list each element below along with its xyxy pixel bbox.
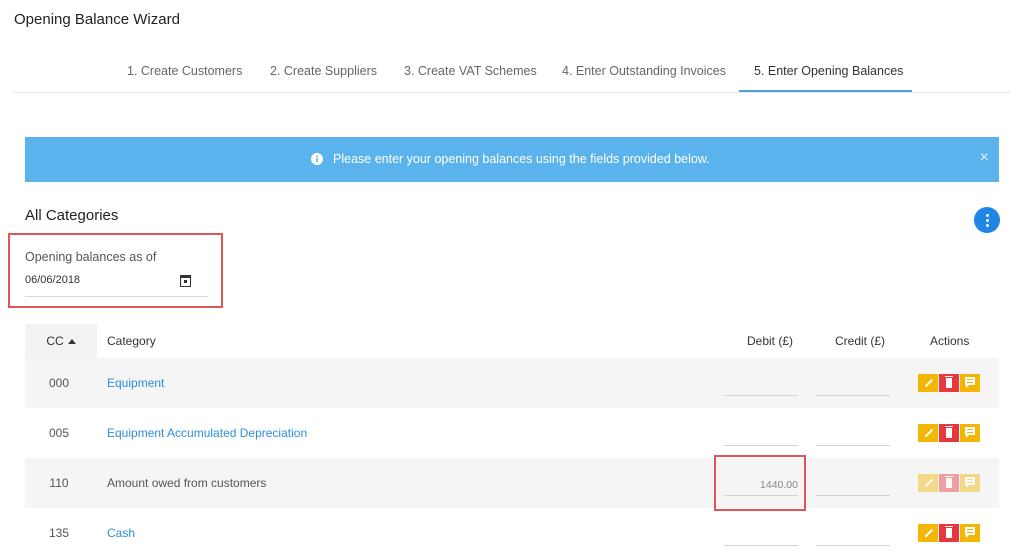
- comment-button[interactable]: [960, 474, 980, 492]
- row-cc: 000: [48, 376, 70, 390]
- table-row: 000 Equipment: [25, 358, 999, 408]
- row-actions: [918, 424, 982, 442]
- row-actions: [918, 524, 982, 542]
- tab-enter-outstanding-invoices[interactable]: 4. Enter Outstanding Invoices: [562, 64, 726, 78]
- row-cc: 135: [48, 526, 70, 540]
- info-circle-icon: [311, 153, 323, 165]
- comment-button[interactable]: [960, 424, 980, 442]
- debit-input[interactable]: [724, 420, 798, 446]
- comment-icon: [965, 527, 975, 538]
- pencil-icon: [924, 478, 934, 488]
- comment-button[interactable]: [960, 374, 980, 392]
- edit-button[interactable]: [918, 424, 938, 442]
- table-row: 110 Amount owed from customers 1440.00: [25, 458, 999, 508]
- delete-button[interactable]: [939, 474, 959, 492]
- edit-button[interactable]: [918, 524, 938, 542]
- row-category-link[interactable]: Equipment: [107, 376, 164, 390]
- page-title: Opening Balance Wizard: [14, 11, 180, 28]
- edit-button[interactable]: [918, 474, 938, 492]
- credit-input[interactable]: [816, 470, 890, 496]
- tab-create-customers[interactable]: 1. Create Customers: [127, 64, 242, 78]
- tab-create-suppliers[interactable]: 2. Create Suppliers: [270, 64, 377, 78]
- comment-icon: [965, 427, 975, 438]
- wizard-tabs: 1. Create Customers 2. Create Suppliers …: [14, 58, 1011, 93]
- row-cc: 005: [48, 426, 70, 440]
- table-row: 005 Equipment Accumulated Depreciation: [25, 408, 999, 458]
- credit-input[interactable]: [816, 520, 890, 546]
- trash-icon: [945, 526, 953, 538]
- opening-date-input[interactable]: 06/06/2018: [25, 270, 208, 297]
- row-category-text: Amount owed from customers: [107, 476, 267, 490]
- row-actions: [918, 374, 982, 392]
- column-header-actions: Actions: [930, 334, 970, 348]
- row-actions: [918, 474, 982, 492]
- more-vertical-icon[interactable]: [974, 207, 1000, 233]
- delete-button[interactable]: [939, 374, 959, 392]
- delete-button[interactable]: [939, 524, 959, 542]
- section-title: All Categories: [25, 207, 119, 224]
- credit-input[interactable]: [816, 370, 890, 396]
- column-header-category: Category: [107, 334, 156, 348]
- column-header-debit: Debit (£): [747, 334, 794, 348]
- row-cc: 110: [49, 476, 69, 490]
- trash-icon: [945, 376, 953, 388]
- trash-icon: [945, 476, 953, 488]
- opening-date-label: Opening balances as of: [25, 250, 157, 264]
- credit-input[interactable]: [816, 420, 890, 446]
- comment-icon: [965, 377, 975, 388]
- trash-icon: [945, 426, 953, 438]
- debit-input[interactable]: [724, 520, 798, 546]
- comment-icon: [965, 477, 975, 488]
- opening-date-value: 06/06/2018: [25, 274, 81, 286]
- close-icon[interactable]: ×: [980, 149, 989, 167]
- pencil-icon: [924, 378, 934, 388]
- table-row: 135 Cash: [25, 508, 999, 558]
- pencil-icon: [924, 428, 934, 438]
- info-alert: Please enter your opening balances using…: [25, 137, 999, 182]
- calendar-icon[interactable]: [180, 275, 191, 287]
- debit-highlight-box: [714, 455, 806, 511]
- active-tab-indicator: [739, 90, 912, 92]
- row-category-link[interactable]: Cash: [107, 526, 135, 540]
- pencil-icon: [924, 528, 934, 538]
- debit-input[interactable]: [724, 370, 798, 396]
- sort-ascending-icon: [67, 339, 76, 344]
- alert-message: Please enter your opening balances using…: [333, 152, 710, 166]
- tab-create-vat-schemes[interactable]: 3. Create VAT Schemes: [404, 64, 537, 78]
- column-header-credit: Credit (£): [835, 334, 886, 348]
- table-header: CC Category Debit (£) Credit (£) Actions: [25, 324, 999, 358]
- column-header-cc[interactable]: CC: [25, 324, 97, 358]
- delete-button[interactable]: [939, 424, 959, 442]
- edit-button[interactable]: [918, 374, 938, 392]
- row-category-link[interactable]: Equipment Accumulated Depreciation: [107, 426, 307, 440]
- tab-enter-opening-balances[interactable]: 5. Enter Opening Balances: [754, 64, 903, 78]
- comment-button[interactable]: [960, 524, 980, 542]
